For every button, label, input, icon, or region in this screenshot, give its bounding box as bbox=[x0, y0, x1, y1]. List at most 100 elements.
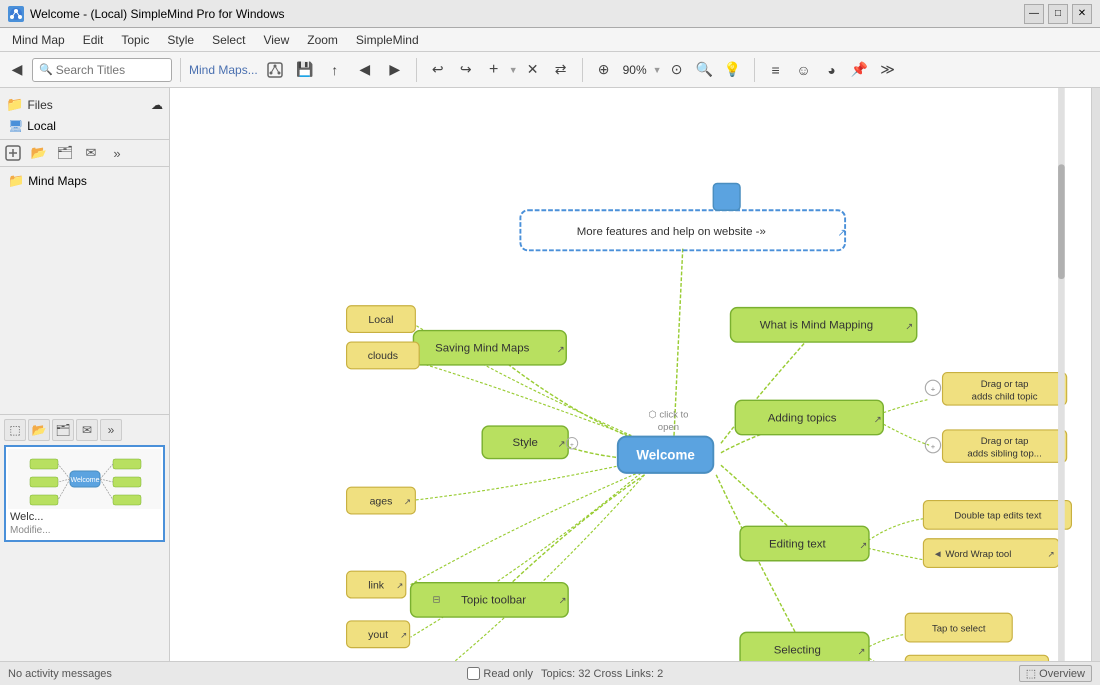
svg-text:↗: ↗ bbox=[559, 596, 567, 607]
export-button[interactable]: ↑ bbox=[322, 57, 348, 83]
overview-button[interactable]: ⬚ Overview bbox=[1019, 665, 1092, 682]
menu-view[interactable]: View bbox=[255, 31, 297, 49]
save-button[interactable]: 💾 bbox=[292, 57, 318, 83]
canvas-area[interactable]: More features and help on website -» ↗ S… bbox=[170, 88, 1100, 661]
close-button[interactable]: ✕ bbox=[1072, 4, 1092, 24]
sidebar-files-section: 📁 Files ☁ 🖥 Local bbox=[0, 88, 169, 140]
svg-text:open: open bbox=[658, 422, 679, 433]
zoom-fit-button[interactable]: ⊕ bbox=[591, 57, 617, 83]
readonly-checkbox[interactable]: Read only bbox=[467, 667, 533, 680]
nav-prev-button[interactable]: ◀ bbox=[352, 57, 378, 83]
menu-style[interactable]: Style bbox=[159, 31, 202, 49]
recent-open-button[interactable]: 📂 bbox=[28, 419, 50, 441]
zoom-target-button[interactable]: ⊙ bbox=[664, 57, 690, 83]
svg-text:↗: ↗ bbox=[400, 630, 407, 640]
tree-item-mindmaps[interactable]: 📁 Mind Maps bbox=[4, 171, 165, 191]
svg-text:↗: ↗ bbox=[874, 414, 882, 425]
svg-text:⊟: ⊟ bbox=[433, 595, 441, 606]
svg-text:+: + bbox=[931, 442, 936, 451]
recent-overflow-button[interactable]: » bbox=[100, 419, 122, 441]
main-layout: 📁 Files ☁ 🖥 Local 📂 🗂 ✉ » 📁 Mind Maps bbox=[0, 88, 1100, 661]
recent-folder-button[interactable]: 🗂 bbox=[52, 419, 74, 441]
sidebar-open-button[interactable]: 📂 bbox=[28, 142, 50, 164]
svg-text:Saving Mind Maps: Saving Mind Maps bbox=[435, 343, 529, 355]
svg-text:↗: ↗ bbox=[1048, 549, 1055, 559]
local-label: Local bbox=[27, 119, 56, 133]
svg-text:Drag or tap: Drag or tap bbox=[981, 436, 1029, 447]
mindmaps-breadcrumb[interactable]: Mind Maps... bbox=[189, 63, 258, 77]
minimize-button[interactable]: — bbox=[1024, 4, 1044, 24]
search-box[interactable]: 🔍 bbox=[32, 58, 172, 82]
files-header: 📁 Files ☁ bbox=[4, 92, 165, 117]
maximize-button[interactable]: □ bbox=[1048, 4, 1068, 24]
recent-email-button[interactable]: ✉ bbox=[76, 419, 98, 441]
menu-zoom[interactable]: Zoom bbox=[299, 31, 346, 49]
sidebar-actions: 📂 🗂 ✉ » bbox=[0, 140, 169, 167]
svg-text:Adding topics: Adding topics bbox=[768, 412, 837, 424]
svg-text:↗: ↗ bbox=[396, 580, 403, 590]
sidebar-save-button[interactable]: 🗂 bbox=[54, 142, 76, 164]
recent-new-button[interactable]: ⬚ bbox=[4, 419, 26, 441]
recent-toolbar: ⬚ 📂 🗂 ✉ » bbox=[4, 419, 165, 441]
titlebar-left: Welcome - (Local) SimpleMind Pro for Win… bbox=[8, 6, 285, 22]
readonly-label: Read only bbox=[483, 668, 533, 680]
theme-button[interactable]: 💡 bbox=[720, 57, 746, 83]
nav-group: ◀ 🔍 bbox=[4, 57, 172, 83]
svg-text:↗: ↗ bbox=[404, 496, 411, 506]
cloud-icon: ☁ bbox=[151, 98, 163, 112]
svg-text:↗: ↗ bbox=[858, 646, 866, 657]
search-icon: 🔍 bbox=[39, 63, 53, 76]
connect-button[interactable]: ⇄ bbox=[548, 57, 574, 83]
sep2 bbox=[416, 58, 417, 82]
menu-topic[interactable]: Topic bbox=[113, 31, 157, 49]
menu-select[interactable]: Select bbox=[204, 31, 253, 49]
sidebar-item-local[interactable]: 🖥 Local bbox=[4, 117, 165, 135]
menu-edit[interactable]: Edit bbox=[75, 31, 112, 49]
pin-button[interactable]: 📌 bbox=[847, 57, 873, 83]
emoji-button[interactable]: ☺ bbox=[791, 57, 817, 83]
toolbar: ◀ 🔍 Mind Maps... 💾 ↑ ◀ ▶ ↩ ↪ + ▼ ✕ ⇄ ⊕ 9… bbox=[0, 52, 1100, 88]
zoom-group: ⊕ 90% ▼ ⊙ 🔍 💡 bbox=[591, 57, 746, 83]
recent-file-welcome[interactable]: Welcome Welc... bbox=[4, 445, 165, 542]
svg-text:⬡ click to: ⬡ click to bbox=[648, 409, 688, 420]
svg-text:+: + bbox=[570, 442, 574, 449]
svg-text:Welcome: Welcome bbox=[70, 477, 99, 484]
svg-text:More features and help on webs: More features and help on website -» bbox=[577, 226, 766, 238]
svg-text:Editing text: Editing text bbox=[769, 538, 826, 550]
add-button[interactable]: + bbox=[481, 57, 507, 83]
readonly-input[interactable] bbox=[467, 667, 480, 680]
file-tree: 📁 Mind Maps bbox=[0, 167, 169, 414]
redo-button[interactable]: ↪ bbox=[453, 57, 479, 83]
search-canvas-button[interactable]: 🔍 bbox=[692, 57, 718, 83]
tree-item-label: Mind Maps bbox=[28, 174, 87, 188]
more-button[interactable]: ≫ bbox=[875, 57, 901, 83]
svg-text:link: link bbox=[368, 579, 385, 591]
style2-button[interactable]: ◕ bbox=[819, 57, 845, 83]
sidebar-share-button[interactable]: ✉ bbox=[80, 142, 102, 164]
search-input[interactable] bbox=[56, 63, 166, 77]
menu-mindmap[interactable]: Mind Map bbox=[4, 31, 73, 49]
svg-text:Local: Local bbox=[368, 314, 393, 326]
undo-button[interactable]: ↩ bbox=[425, 57, 451, 83]
edit-group: ↩ ↪ + ▼ ✕ ⇄ bbox=[425, 57, 574, 83]
local-icon: 🖥 bbox=[8, 119, 23, 133]
breadcrumb: Mind Maps... 💾 ↑ ◀ ▶ bbox=[189, 57, 408, 83]
back-button[interactable]: ◀ bbox=[4, 57, 30, 83]
sidebar-more-button[interactable]: » bbox=[106, 142, 128, 164]
overview-label: Overview bbox=[1039, 668, 1085, 680]
new-mindmap-button[interactable] bbox=[262, 57, 288, 83]
sidebar-new-button[interactable] bbox=[2, 142, 24, 164]
svg-text:adds child topic: adds child topic bbox=[972, 391, 1038, 402]
svg-text:Welcome: Welcome bbox=[636, 447, 694, 462]
svg-text:Drag or tap: Drag or tap bbox=[981, 379, 1029, 390]
titlebar-controls[interactable]: — □ ✕ bbox=[1024, 4, 1092, 24]
svg-text:Double tap edits text: Double tap edits text bbox=[954, 511, 1041, 522]
delete-button[interactable]: ✕ bbox=[520, 57, 546, 83]
activity-message: No activity messages bbox=[8, 668, 112, 680]
outline-button[interactable]: ≡ bbox=[763, 57, 789, 83]
mindmap-svg: More features and help on website -» ↗ S… bbox=[170, 88, 1100, 661]
menu-simplemind[interactable]: SimpleMind bbox=[348, 31, 427, 49]
svg-text:◄: ◄ bbox=[933, 549, 942, 560]
nav-next-button[interactable]: ▶ bbox=[382, 57, 408, 83]
svg-text:ages: ages bbox=[370, 495, 393, 507]
